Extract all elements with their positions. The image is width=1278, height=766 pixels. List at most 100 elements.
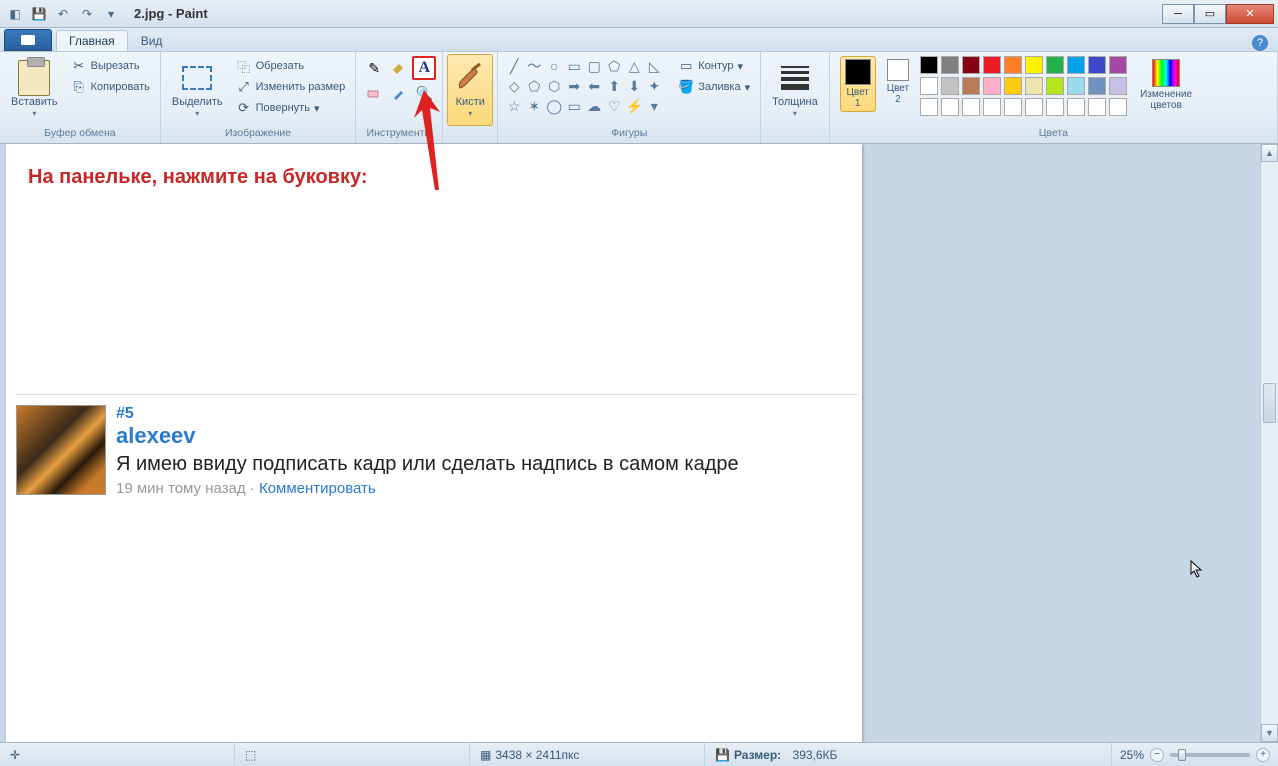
palette-color[interactable] — [1067, 56, 1085, 74]
palette-color[interactable] — [983, 56, 1001, 74]
shape-heart[interactable]: ♡ — [604, 96, 624, 116]
shape-curve[interactable]: 〜 — [524, 56, 544, 76]
copy-button[interactable]: ⎘Копировать — [67, 77, 154, 97]
shape-arrow-r[interactable]: ➡ — [564, 76, 584, 96]
help-icon[interactable]: ? — [1252, 35, 1268, 51]
palette-color[interactable] — [920, 77, 938, 95]
qat-dropdown-icon[interactable]: ▾ — [100, 3, 122, 25]
shape-rtriangle[interactable]: ◺ — [644, 56, 664, 76]
shape-polygon[interactable]: ⬠ — [604, 56, 624, 76]
shape-lightning[interactable]: ⚡ — [624, 96, 644, 116]
shapes-gallery[interactable]: ╱ 〜 ○ ▭ ▢ ⬠ △ ◺ ◇ ⬠ ⬡ ➡ ⬅ ⬆ ⬇ ✦ ☆ ✶ ◯ ▭ — [502, 54, 666, 118]
palette-color[interactable] — [1067, 77, 1085, 95]
palette-color[interactable] — [1004, 98, 1022, 116]
color2-button[interactable]: Цвет 2 — [882, 56, 914, 108]
canvas[interactable]: На панельке, нажмите на буковку: #5 alex… — [6, 144, 862, 742]
redo-icon[interactable]: ↷ — [76, 3, 98, 25]
palette-color[interactable] — [1067, 98, 1085, 116]
comment-username: alexeev — [116, 423, 858, 449]
brushes-button[interactable]: Кисти ▾ — [447, 54, 493, 126]
palette-color[interactable] — [1046, 77, 1064, 95]
rotate-button[interactable]: ⟳Повернуть ▾ — [232, 98, 350, 118]
select-button[interactable]: Выделить ▾ — [165, 54, 230, 126]
outline-button[interactable]: ▭Контур ▾ — [674, 56, 754, 76]
scroll-thumb[interactable] — [1263, 383, 1276, 423]
palette-color[interactable] — [1025, 98, 1043, 116]
fill-tool[interactable] — [387, 56, 411, 80]
palette-color[interactable] — [1109, 77, 1127, 95]
shape-6star[interactable]: ✶ — [524, 96, 544, 116]
shape-callout-cloud[interactable]: ☁ — [584, 96, 604, 116]
maximize-button[interactable]: ▭ — [1194, 4, 1226, 24]
resize-button[interactable]: ⤢Изменить размер — [232, 77, 350, 97]
zoom-in-button[interactable]: + — [1256, 748, 1270, 762]
workspace[interactable]: На панельке, нажмите на буковку: #5 alex… — [0, 144, 1260, 742]
shape-diamond[interactable]: ◇ — [504, 76, 524, 96]
cut-button[interactable]: ✂Вырезать — [67, 56, 154, 76]
save-icon[interactable]: 💾 — [28, 3, 50, 25]
palette-color[interactable] — [962, 98, 980, 116]
magnifier-tool[interactable]: 🔍 — [412, 81, 436, 105]
palette-color[interactable] — [983, 77, 1001, 95]
crop-button[interactable]: ⿻Обрезать — [232, 56, 350, 76]
shape-hexagon[interactable]: ⬡ — [544, 76, 564, 96]
shape-callout-round[interactable]: ◯ — [544, 96, 564, 116]
palette-color[interactable] — [941, 98, 959, 116]
shape-line[interactable]: ╱ — [504, 56, 524, 76]
zoom-out-button[interactable]: − — [1150, 748, 1164, 762]
palette-color[interactable] — [920, 98, 938, 116]
palette-color[interactable] — [1025, 56, 1043, 74]
palette-color[interactable] — [1088, 77, 1106, 95]
palette-color[interactable] — [1088, 56, 1106, 74]
undo-icon[interactable]: ↶ — [52, 3, 74, 25]
pencil-tool[interactable]: ✎ — [362, 56, 386, 80]
palette-color[interactable] — [941, 77, 959, 95]
palette-color[interactable] — [962, 56, 980, 74]
paste-button[interactable]: Вставить ▾ — [4, 54, 65, 126]
palette-color[interactable] — [1046, 56, 1064, 74]
shape-5star[interactable]: ☆ — [504, 96, 524, 116]
vertical-scrollbar[interactable]: ▲ ▼ — [1260, 144, 1278, 742]
shape-pentagon[interactable]: ⬠ — [524, 76, 544, 96]
shape-arrow-l[interactable]: ⬅ — [584, 76, 604, 96]
color1-button[interactable]: Цвет 1 — [840, 56, 876, 112]
shape-more[interactable]: ▾ — [644, 96, 664, 116]
shape-triangle[interactable]: △ — [624, 56, 644, 76]
minimize-button[interactable]: ─ — [1162, 4, 1194, 24]
palette-color[interactable] — [1025, 77, 1043, 95]
palette-color[interactable] — [1046, 98, 1064, 116]
shape-arrow-u[interactable]: ⬆ — [604, 76, 624, 96]
tab-view[interactable]: Вид — [128, 30, 176, 51]
palette-color[interactable] — [1004, 77, 1022, 95]
scissors-icon: ✂ — [71, 58, 87, 74]
palette-color[interactable] — [1088, 98, 1106, 116]
palette-color[interactable] — [962, 77, 980, 95]
palette-color[interactable] — [920, 56, 938, 74]
comment-block: #5 alexeev Я имею ввиду подписать кадр и… — [16, 394, 858, 497]
shape-rect[interactable]: ▭ — [564, 56, 584, 76]
shape-oval[interactable]: ○ — [544, 56, 564, 76]
close-button[interactable]: ✕ — [1226, 4, 1274, 24]
eraser-tool[interactable] — [362, 81, 386, 105]
thickness-button[interactable]: Толщина ▾ — [765, 54, 825, 126]
shape-callout-rect[interactable]: ▭ — [564, 96, 584, 116]
scroll-down-button[interactable]: ▼ — [1261, 724, 1278, 742]
zoom-slider[interactable] — [1170, 753, 1250, 757]
palette-color[interactable] — [1004, 56, 1022, 74]
palette-color[interactable] — [983, 98, 1001, 116]
palette-color[interactable] — [1109, 56, 1127, 74]
picker-tool[interactable] — [387, 81, 411, 105]
file-menu-button[interactable] — [4, 29, 52, 51]
text-tool[interactable]: A — [412, 56, 436, 80]
palette-color[interactable] — [941, 56, 959, 74]
paint-menu-icon[interactable]: ◧ — [4, 3, 26, 25]
shape-4star[interactable]: ✦ — [644, 76, 664, 96]
shape-arrow-d[interactable]: ⬇ — [624, 76, 644, 96]
scroll-up-button[interactable]: ▲ — [1261, 144, 1278, 162]
palette-color[interactable] — [1109, 98, 1127, 116]
tab-home[interactable]: Главная — [56, 30, 128, 51]
edit-colors-button[interactable]: Изменение цветов — [1135, 56, 1197, 114]
shape-roundrect[interactable]: ▢ — [584, 56, 604, 76]
zoom-thumb[interactable] — [1178, 749, 1186, 761]
fill-button[interactable]: 🪣Заливка ▾ — [674, 77, 754, 97]
